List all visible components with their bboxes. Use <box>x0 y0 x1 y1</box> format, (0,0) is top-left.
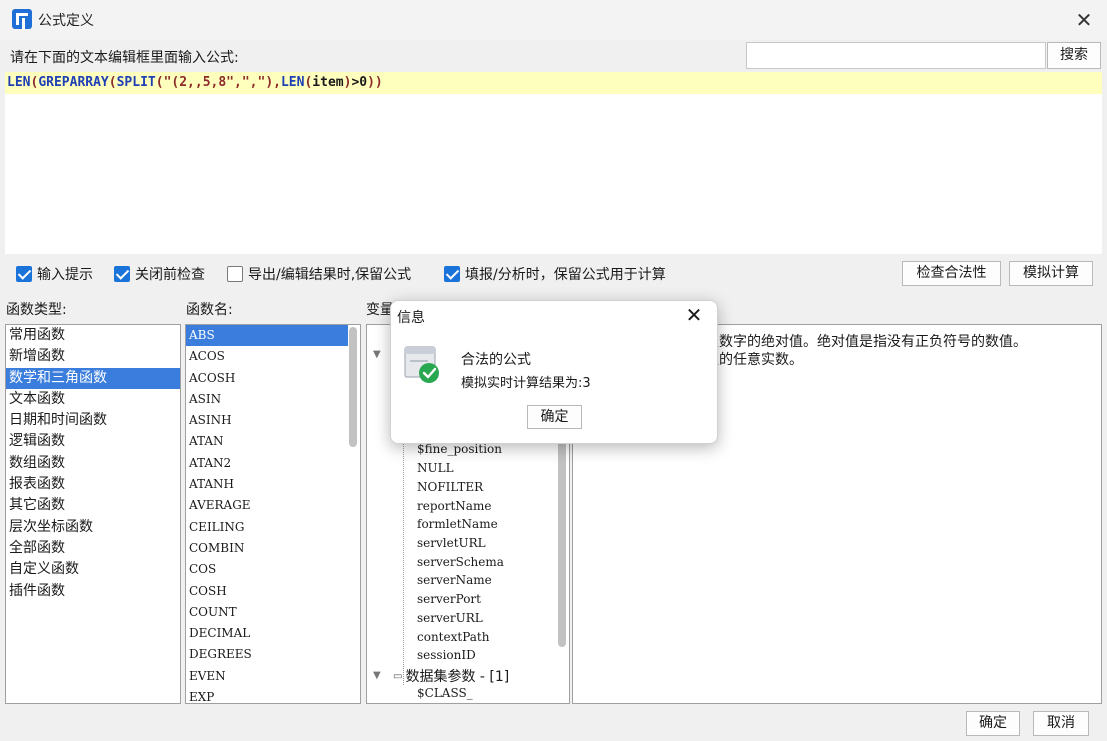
checkbox-input-hint[interactable] <box>16 266 32 282</box>
list-item[interactable]: 新增函数 <box>6 346 180 367</box>
list-item[interactable]: ASIN <box>186 389 348 410</box>
list-item[interactable]: 数学和三角函数 <box>6 367 180 389</box>
option-check-before-close[interactable]: 关闭前检查 <box>114 263 205 285</box>
app-logo-icon <box>12 9 32 29</box>
list-item[interactable]: COS <box>186 559 348 580</box>
window-title: 公式定义 <box>38 13 94 29</box>
list-item[interactable]: 自定义函数 <box>6 559 180 580</box>
parameter-icon: ▭ <box>393 670 403 682</box>
tree-item[interactable]: contextPath <box>417 630 489 644</box>
tree-item[interactable]: formletName <box>417 517 498 531</box>
list-item[interactable]: EXP <box>186 687 348 703</box>
option-check-before-close-label: 关闭前检查 <box>135 267 205 283</box>
list-item[interactable]: 数组函数 <box>6 453 180 474</box>
dialog-result: 模拟实时计算结果为:3 <box>461 376 591 391</box>
description-line: 定数字的绝对值。绝对值是指没有正负符号的数值。 <box>705 334 1027 350</box>
cancel-button[interactable]: 取消 <box>1033 711 1089 736</box>
list-item[interactable]: 报表函数 <box>6 474 180 495</box>
info-dialog: 信息 ✕ 合法的公式 模拟实时计算结果为:3 确定 <box>390 300 718 444</box>
list-item[interactable]: ATANH <box>186 474 348 495</box>
tree-item[interactable]: serverName <box>417 573 492 587</box>
chevron-down-icon[interactable]: ▼ <box>373 670 381 681</box>
search-button[interactable]: 搜索 <box>1047 42 1101 69</box>
option-input-hint-label: 输入提示 <box>37 267 93 283</box>
function-names-list[interactable]: ABS ACOS ACOSH ASIN ASINH ATAN ATAN2 ATA… <box>185 324 361 704</box>
tree-item[interactable]: $fine_position <box>417 442 502 456</box>
list-item[interactable]: 日期和时间函数 <box>6 410 180 431</box>
option-keep-formula-calc-label: 填报/分析时，保留公式用于计算 <box>465 267 666 283</box>
list-item[interactable]: COSH <box>186 581 348 602</box>
list-item[interactable]: ASINH <box>186 410 348 431</box>
list-item[interactable]: 全部函数 <box>6 538 180 559</box>
dialog-message: 合法的公式 <box>461 352 531 368</box>
function-list-scrollbar[interactable] <box>349 327 357 447</box>
list-item[interactable]: ACOS <box>186 346 348 367</box>
option-keep-formula-export-label: 导出/编辑结果时,保留公式 <box>248 267 412 283</box>
ok-button[interactable]: 确定 <box>966 711 1020 736</box>
tree-node-label: 数据集参数 - [1] <box>405 669 510 685</box>
list-item[interactable]: DEGREES <box>186 644 348 665</box>
tree-item[interactable]: NULL <box>417 461 454 475</box>
list-item[interactable]: 逻辑函数 <box>6 431 180 452</box>
list-item[interactable]: CEILING <box>186 517 348 538</box>
description-line: 值的任意实数。 <box>705 352 803 368</box>
dialog-title: 信息 <box>397 310 425 326</box>
function-types-list[interactable]: 常用函数 新增函数 数学和三角函数 文本函数 日期和时间函数 逻辑函数 数组函数… <box>5 324 181 704</box>
option-keep-formula-calc[interactable]: 填报/分析时，保留公式用于计算 <box>444 263 666 285</box>
list-item[interactable]: ABS <box>186 325 348 347</box>
tree-item[interactable]: serverSchema <box>417 555 504 569</box>
list-item[interactable]: COUNT <box>186 602 348 623</box>
option-keep-formula-export[interactable]: 导出/编辑结果时,保留公式 <box>227 263 411 285</box>
list-item[interactable]: ACOSH <box>186 368 348 389</box>
tree-item[interactable]: $CLASS_ <box>417 686 473 700</box>
tree-item[interactable]: reportName <box>417 499 491 513</box>
tree-item[interactable]: serverURL <box>417 611 483 625</box>
editor-prompt-label: 请在下面的文本编辑框里面输入公式: <box>10 50 239 66</box>
list-item[interactable]: 文本函数 <box>6 389 180 410</box>
valid-formula-icon <box>404 346 439 383</box>
checkbox-keep-formula-calc[interactable] <box>444 266 460 282</box>
search-input[interactable] <box>746 42 1046 69</box>
list-item[interactable]: DECIMAL <box>186 623 348 644</box>
checkbox-keep-formula-export[interactable] <box>227 266 243 282</box>
title-bar: 公式定义 ✕ <box>0 0 1107 40</box>
list-item[interactable]: 插件函数 <box>6 581 180 602</box>
function-types-label: 函数类型: <box>6 302 67 318</box>
tree-item[interactable]: sessionID <box>417 648 476 662</box>
list-item[interactable]: AVERAGE <box>186 495 348 516</box>
simulate-button[interactable]: 模拟计算 <box>1009 261 1093 286</box>
list-item[interactable]: EVEN <box>186 666 348 687</box>
formula-editor[interactable]: LEN(GREPARRAY(SPLIT("(2,,5,8",","),LEN(i… <box>5 72 1102 254</box>
tree-item[interactable]: NOFILTER <box>417 480 483 494</box>
window-close-icon[interactable]: ✕ <box>1069 6 1099 34</box>
list-item[interactable]: 其它函数 <box>6 495 180 516</box>
dialog-ok-button[interactable]: 确定 <box>527 405 582 429</box>
list-item[interactable]: ATAN2 <box>186 453 348 474</box>
tree-item[interactable]: serverPort <box>417 592 481 606</box>
tree-item[interactable]: servletURL <box>417 536 486 550</box>
checkbox-check-before-close[interactable] <box>114 266 130 282</box>
list-item[interactable]: ATAN <box>186 431 348 452</box>
tree-node-dataset[interactable]: ▭ 数据集参数 - [1] <box>393 666 509 686</box>
formula-line[interactable]: LEN(GREPARRAY(SPLIT("(2,,5,8",","),LEN(i… <box>5 72 1102 94</box>
list-item[interactable]: 常用函数 <box>6 325 180 346</box>
check-validity-button[interactable]: 检查合法性 <box>902 261 1001 286</box>
option-input-hint[interactable]: 输入提示 <box>16 263 93 285</box>
chevron-down-icon[interactable]: ▼ <box>373 349 381 360</box>
list-item[interactable]: 层次坐标函数 <box>6 517 180 538</box>
list-item[interactable]: COMBIN <box>186 538 348 559</box>
function-names-label: 函数名: <box>186 302 233 318</box>
dialog-close-icon[interactable]: ✕ <box>681 303 707 327</box>
